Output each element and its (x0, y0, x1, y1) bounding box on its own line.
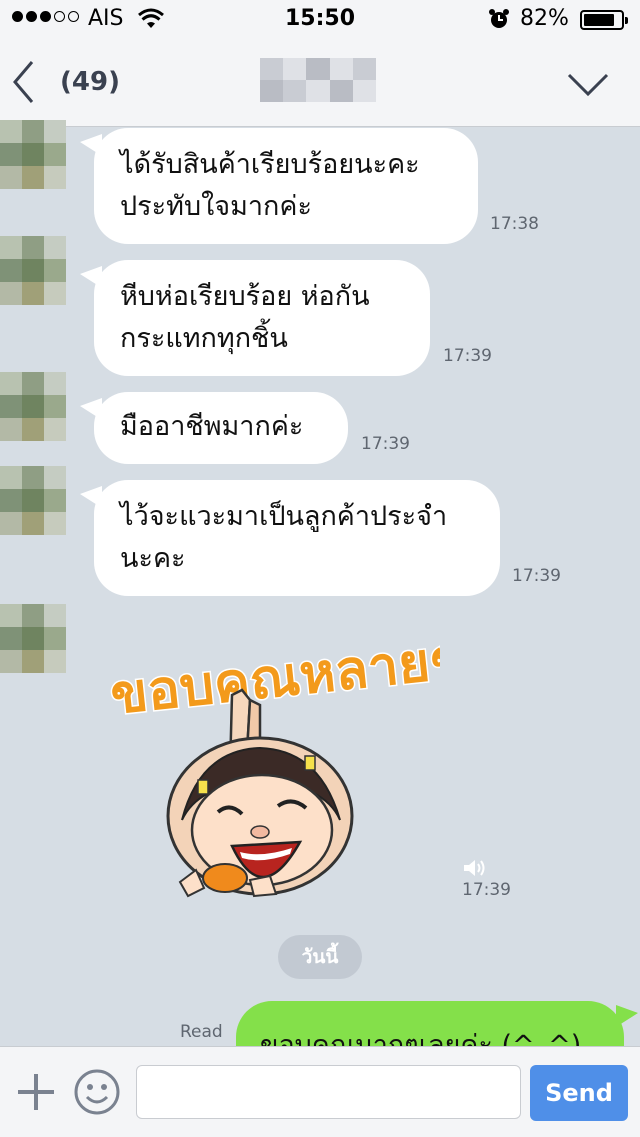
message-time: 17:39 (443, 346, 492, 366)
battery-level (584, 14, 614, 26)
message-time: 17:38 (490, 214, 539, 234)
sticker-character (166, 688, 354, 898)
message-line: ประทับใจมากค่ะ (120, 191, 312, 222)
sender-avatar[interactable] (0, 466, 80, 536)
unread-count: (49) (60, 67, 120, 97)
chevron-down-icon (566, 73, 610, 102)
message-line: มืออาชีพมากค่ะ (120, 411, 304, 442)
chat-title-pixelated (260, 58, 376, 102)
message-time: 17:39 (512, 566, 561, 586)
message-line: กระแทกทุกชิ้น (120, 323, 288, 354)
sticker-time: 17:39 (462, 880, 511, 900)
battery-percent: 82% (520, 6, 569, 31)
smiley-icon (72, 1069, 122, 1121)
sender-avatar[interactable] (0, 120, 80, 190)
message-input-bar: Send (0, 1046, 640, 1137)
send-button[interactable]: Send (530, 1065, 628, 1121)
message-bubble[interactable]: ได้รับสินค้าเรียบร้อยนะคะ ประทับใจมากค่ะ (80, 128, 478, 244)
date-divider: วันนี้ (278, 935, 362, 979)
message-line: นะคะ (120, 543, 186, 574)
message-line: หีบห่อเรียบร้อย ห่อกัน (120, 281, 370, 312)
message-bubble[interactable]: มืออาชีพมากค่ะ (80, 392, 348, 464)
sender-avatar[interactable] (0, 372, 80, 442)
message-line: ไว้จะแวะมาเป็นลูกค้าประจำ (120, 501, 448, 532)
sticker-text: ขอบคุณหลายๆ (107, 627, 440, 729)
message-bubble[interactable]: ไว้จะแวะมาเป็นลูกค้าประจำ นะคะ (80, 480, 500, 596)
read-receipt: Read (180, 1022, 223, 1042)
chat-header: (49) (0, 40, 640, 127)
message-time: 17:39 (361, 434, 410, 454)
menu-toggle-button[interactable] (566, 70, 620, 106)
message-input[interactable] (136, 1065, 521, 1119)
alarm-clock-icon (488, 8, 510, 34)
attach-button[interactable] (14, 1070, 58, 1114)
message-line: ได้รับสินค้าเรียบร้อยนะคะ (120, 149, 420, 180)
status-bar: AIS 15:50 82% (0, 0, 640, 40)
emoji-button[interactable] (72, 1067, 122, 1117)
sender-avatar[interactable] (0, 604, 80, 674)
battery-icon (580, 10, 628, 30)
sticker-message[interactable]: ขอบคุณหลายๆ (100, 620, 463, 920)
plus-icon (14, 1074, 58, 1118)
sender-avatar[interactable] (0, 236, 80, 306)
message-bubble[interactable]: หีบห่อเรียบร้อย ห่อกัน กระแทกทุกชิ้น (80, 260, 430, 376)
back-button[interactable]: (49) (12, 58, 122, 108)
